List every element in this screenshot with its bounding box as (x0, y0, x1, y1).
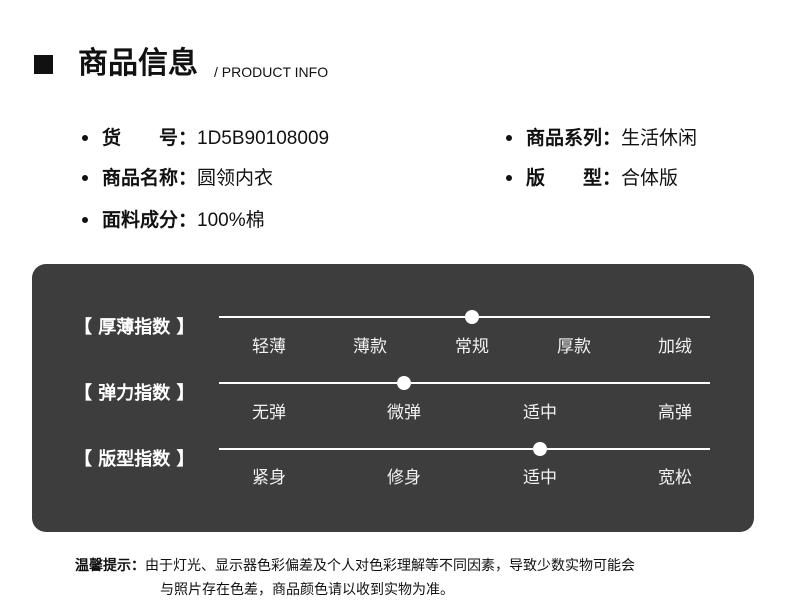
notice-line-1: 由于灯光、显示器色彩偏差及个人对色彩理解等不同因素，导致少数实物可能会 (145, 558, 635, 574)
info-item-series: 商品系列：生活休闲 (506, 125, 698, 152)
info-item-number: 货 号：1D5B90108009 (82, 125, 330, 152)
fit-index-scale (219, 442, 710, 456)
index-panel: 【 厚薄指数 】 轻薄 薄款 常规 厚款 加绒 【 弹力指数 】 无弹 微弹 适… (32, 264, 754, 532)
notice-line-2: 与照片存在色差，商品颜色请以收到实物为准。 (160, 582, 454, 598)
tick-label: 加绒 (658, 337, 692, 357)
notice-label: 温馨提示： (75, 558, 145, 574)
tick-label: 修身 (387, 468, 421, 488)
info-item-fit: 版 型：合体版 (506, 165, 679, 192)
tick-label: 轻薄 (252, 337, 286, 357)
page-subtitle: / PRODUCT INFO (214, 64, 329, 80)
name-label: 商品名称： (102, 167, 198, 189)
fabric-label: 面料成分： (102, 209, 198, 231)
elasticity-index-label: 【 弹力指数 】 (74, 383, 195, 404)
name-value: 圆领内衣 (197, 168, 274, 189)
fit-index-label: 【 版型指数 】 (74, 449, 195, 470)
bullet-icon (82, 175, 88, 181)
thickness-index-label: 【 厚薄指数 】 (74, 317, 195, 338)
tick-label: 薄款 (353, 337, 387, 357)
item-number-value: 1D5B90108009 (197, 128, 330, 149)
bullet-icon (82, 135, 88, 141)
tick-label: 无弹 (252, 403, 286, 423)
tick-label: 常规 (455, 337, 489, 357)
tick-label: 宽松 (658, 468, 692, 488)
title-square-icon (34, 55, 53, 74)
tick-label: 微弹 (387, 403, 421, 423)
series-label: 商品系列： (526, 127, 622, 149)
thickness-index-scale (219, 310, 710, 324)
bullet-icon (506, 175, 512, 181)
elasticity-index-marker (397, 376, 411, 390)
item-number-label: 货 号： (102, 127, 198, 149)
info-item-name: 商品名称：圆领内衣 (82, 165, 274, 192)
fabric-value: 100%棉 (197, 210, 265, 231)
tick-label: 厚款 (557, 337, 591, 357)
info-item-fabric: 面料成分：100%棉 (82, 207, 265, 234)
notice: 温馨提示：由于灯光、显示器色彩偏差及个人对色彩理解等不同因素，导致少数实物可能会 (75, 552, 635, 580)
tick-label: 紧身 (252, 468, 286, 488)
fit-index-marker (533, 442, 547, 456)
fit-label: 版 型： (526, 167, 622, 189)
tick-label: 高弹 (658, 403, 692, 423)
elasticity-index-scale (219, 376, 710, 390)
page-title: 商品信息 (78, 46, 198, 81)
series-value: 生活休闲 (621, 128, 698, 149)
tick-label: 适中 (523, 403, 557, 423)
tick-label: 适中 (523, 468, 557, 488)
bullet-icon (82, 217, 88, 223)
bullet-icon (506, 135, 512, 141)
fit-value: 合体版 (621, 168, 679, 189)
thickness-index-marker (465, 310, 479, 324)
